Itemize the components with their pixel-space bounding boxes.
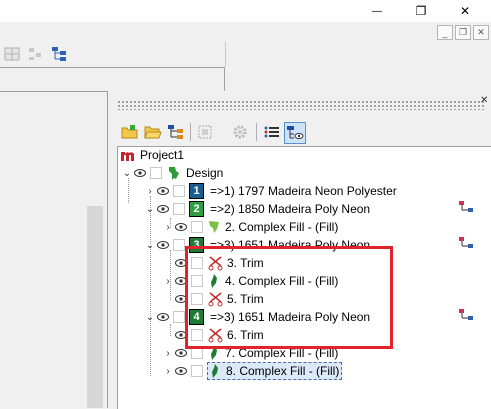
close-icon: ✕ [459, 4, 471, 18]
structure-button[interactable] [166, 122, 186, 142]
highlight-box [185, 246, 393, 349]
collapse-chevron-icon[interactable]: ⌄ [145, 308, 155, 326]
divider [0, 91, 107, 92]
complex-fill-icon [209, 221, 219, 233]
eye-icon[interactable] [155, 308, 171, 326]
settings-button[interactable] [230, 122, 250, 142]
checkbox[interactable] [173, 203, 185, 215]
link-icon[interactable] [458, 308, 474, 324]
project-logo-icon [121, 152, 134, 161]
close-icon: ✕ [480, 95, 489, 106]
checkbox[interactable] [173, 311, 185, 323]
eye-icon[interactable] [155, 200, 171, 218]
project-label: Project1 [140, 148, 185, 162]
collapse-chevron-icon[interactable]: ⌄ [122, 164, 132, 182]
grid-icon[interactable] [4, 46, 20, 62]
minimize-button[interactable]: — [364, 0, 390, 22]
visibility-view-button[interactable] [284, 122, 306, 144]
open-folder-button[interactable] [143, 122, 163, 142]
mdi-bar [0, 22, 491, 42]
link-icon[interactable] [458, 236, 474, 252]
divider [0, 67, 225, 68]
divider [107, 91, 108, 408]
tree-row-object-selected[interactable]: › 8. Complex Fill - (Fill) [163, 362, 343, 380]
checkbox[interactable] [173, 185, 185, 197]
selection-highlight: 8. Complex Fill - (Fill) [207, 362, 343, 380]
collapse-chevron-icon[interactable]: ⌄ [145, 236, 155, 254]
left-scrollbar[interactable] [87, 206, 103, 408]
open-folder-icon [144, 126, 162, 139]
chevron-right-icon[interactable]: › [145, 182, 155, 200]
mdi-close-button[interactable]: ✕ [473, 25, 489, 40]
chevron-right-icon[interactable]: › [163, 362, 173, 380]
color-label: =>2) 1850 Madeira Poly Neon [210, 202, 371, 216]
new-folder-button[interactable] [120, 122, 140, 142]
divider [190, 123, 191, 141]
list-view-icon [264, 126, 279, 138]
complex-fill-icon [212, 364, 218, 378]
tree-structure-icon [168, 125, 183, 139]
chevron-right-icon[interactable]: › [163, 344, 173, 362]
color-label: =>1) 1797 Madeira Neon Polyester [210, 184, 397, 198]
new-folder-icon [121, 125, 138, 139]
list-view-button[interactable] [262, 122, 282, 142]
link-icon[interactable] [458, 200, 474, 216]
hierarchy-icon[interactable] [51, 46, 67, 62]
collapse-chevron-icon[interactable]: ⌄ [145, 200, 155, 218]
visibility-view-icon [287, 126, 304, 139]
minimize-icon: — [372, 5, 382, 17]
minimize-icon: _ [442, 27, 448, 38]
indent-icon[interactable] [27, 46, 43, 62]
eye-icon[interactable] [173, 218, 189, 236]
color-number-badge: 2 [189, 201, 204, 217]
eye-icon[interactable] [155, 236, 171, 254]
eye-icon[interactable] [132, 164, 148, 182]
divider [224, 67, 225, 91]
panel-grip[interactable] [117, 100, 485, 110]
eye-icon[interactable] [155, 182, 171, 200]
settings-icon [233, 125, 247, 139]
eye-icon[interactable] [173, 362, 189, 380]
tree-row-design[interactable]: ⌄ Design [122, 164, 225, 182]
chevron-right-icon[interactable]: › [163, 218, 173, 236]
left-toolbar [0, 42, 226, 67]
object-label: 8. Complex Fill - (Fill) [226, 364, 340, 378]
design-label: Design [186, 166, 224, 180]
restore-icon: ❐ [415, 4, 427, 18]
restore-icon: ❐ [458, 27, 468, 37]
checkbox[interactable] [173, 239, 185, 251]
tree-row-object[interactable]: › 2. Complex Fill - (Fill) [163, 218, 340, 236]
group-button[interactable] [196, 122, 216, 142]
divider [256, 123, 257, 141]
tree-row-color[interactable]: ⌄ 2 =>2) 1850 Madeira Poly Neon [145, 200, 372, 218]
tree-row-color[interactable]: › 1 =>1) 1797 Madeira Neon Polyester [145, 182, 399, 200]
mdi-minimize-button[interactable]: _ [437, 25, 453, 40]
object-label: 2. Complex Fill - (Fill) [225, 220, 339, 234]
group-icon [198, 125, 212, 139]
checkbox[interactable] [191, 221, 203, 233]
close-icon: ✕ [477, 27, 485, 37]
mdi-restore-button[interactable]: ❐ [455, 25, 471, 40]
color-number-badge: 1 [189, 183, 204, 199]
checkbox[interactable] [150, 167, 162, 179]
close-window-button[interactable]: ✕ [452, 0, 478, 22]
panel-close-button[interactable]: ✕ [480, 96, 490, 106]
restore-button[interactable]: ❐ [408, 0, 434, 22]
chevron-right-icon[interactable]: › [163, 272, 173, 290]
tree-row-project[interactable]: Project1 [120, 146, 186, 164]
checkbox[interactable] [191, 365, 203, 377]
design-icon [169, 167, 179, 180]
